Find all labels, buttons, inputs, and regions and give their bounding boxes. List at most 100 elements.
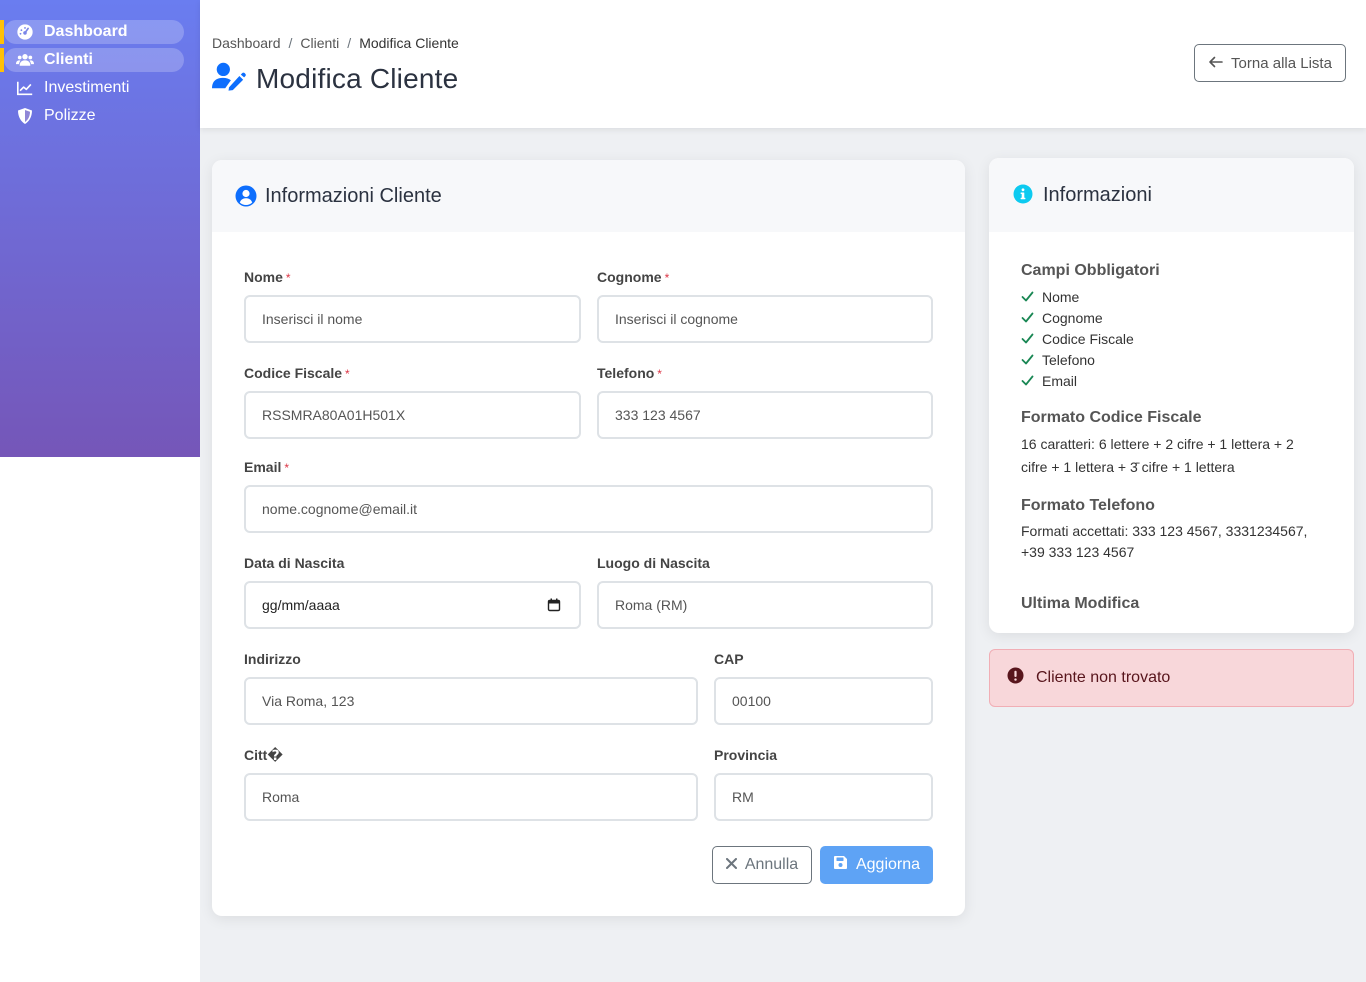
required-mark: * [285,271,291,285]
codice-fiscale-input[interactable] [262,407,579,423]
page-title: Modifica Cliente [212,61,458,96]
info-card-header: Informazioni [989,158,1354,232]
indirizzo-label: Indirizzo [244,651,301,667]
page-title-text: Modifica Cliente [256,62,459,94]
save-button-label: Aggiorna [855,856,921,873]
email-label-text: Email [244,459,282,475]
cognome-input[interactable] [615,311,931,327]
cognome-label-text: Cognome [597,269,662,285]
sidebar-item-label: Investimenti [44,79,130,96]
nome-label-text: Nome [244,269,283,285]
nome-label: Nome * [244,269,291,285]
email-input[interactable] [262,501,931,517]
cognome-field[interactable] [597,295,933,343]
exclamation-circle-icon [1007,667,1024,689]
telefono-input[interactable] [615,407,931,423]
list-item: Codice Fiscale [1021,328,1321,349]
breadcrumb-separator: / [288,35,293,51]
nome-field[interactable] [244,295,581,343]
required-field-name: Nome [1042,288,1080,305]
required-field-name: Cognome [1042,309,1103,326]
cap-input[interactable] [732,693,931,709]
cognome-label: Cognome * [597,269,669,285]
data-nascita-value: gg/mm/aaaa [262,597,340,613]
data-nascita-label: Data di Nascita [244,555,345,571]
telefono-field[interactable] [597,391,933,439]
codice-fiscale-label: Codice Fiscale * [244,365,350,381]
citta-input[interactable] [262,789,696,805]
check-icon [1021,312,1034,323]
codice-fiscale-label-text: Codice Fiscale [244,365,343,381]
users-icon [15,51,35,69]
luogo-nascita-field[interactable] [597,581,933,629]
citta-label: Citt� [244,747,283,763]
list-item: Telefono [1021,349,1321,370]
error-alert: Cliente non trovato [989,649,1354,707]
required-mark: * [284,461,290,475]
list-item: Nome [1021,286,1321,307]
info-card: Informazioni Campi Obbligatori Nome Cogn… [989,158,1354,633]
shield-icon [15,107,35,125]
floppy-disk-icon [833,855,848,875]
cf-format-text: 16 caratteri: 6 lettere + 2 cifre + 1 le… [1021,436,1294,475]
luogo-nascita-input[interactable] [615,597,931,613]
breadcrumb-item-dashboard[interactable]: Dashboard [212,35,281,51]
user-circle-icon [235,185,257,207]
data-nascita-field[interactable]: gg/mm/aaaa [244,581,581,629]
luogo-nascita-label: Luogo di Nascita [597,555,710,571]
sidebar-item-investimenti[interactable]: Investimenti [4,76,184,100]
chart-line-icon [15,79,35,97]
back-to-list-label: Torna alla Lista [1231,54,1332,72]
sidebar: Dashboard Clienti Investimenti Polizze [0,0,200,457]
client-form-header: Informazioni Cliente [212,160,965,232]
tel-format-title: Formato Telefono [1021,497,1155,514]
sidebar-item-dashboard[interactable]: Dashboard [0,20,184,44]
provincia-field[interactable] [714,773,933,821]
error-alert-text: Cliente non trovato [1036,669,1171,686]
email-field[interactable] [244,485,933,533]
required-field-name: Telefono [1042,351,1095,368]
info-card-title: Informazioni [1043,183,1152,206]
cap-field[interactable] [714,677,933,725]
cancel-button[interactable]: Annulla [712,846,812,884]
breadcrumb-item-current: Modifica Cliente [359,35,459,51]
breadcrumb: Dashboard / Clienti / Modifica Cliente [212,35,459,51]
check-icon [1021,354,1034,365]
calendar-icon[interactable] [547,598,561,612]
sidebar-item-label: Clienti [44,51,93,68]
list-item: Email [1021,370,1321,391]
info-card-body: Campi Obbligatori Nome Cognome Codice Fi… [1021,262,1321,619]
gauge-icon [15,23,35,41]
back-to-list-button[interactable]: Torna alla Lista [1194,44,1346,82]
sidebar-item-polizze[interactable]: Polizze [4,104,184,128]
sidebar-item-clienti[interactable]: Clienti [0,48,184,72]
required-field-name: Codice Fiscale [1042,330,1134,347]
codice-fiscale-field[interactable] [244,391,581,439]
citta-field[interactable] [244,773,698,821]
indirizzo-field[interactable] [244,677,698,725]
cancel-button-label: Annulla [744,856,799,873]
client-form-title: Informazioni Cliente [265,184,442,207]
list-item: Cognome [1021,307,1321,328]
breadcrumb-item-clienti[interactable]: Clienti [300,35,339,51]
provincia-label: Provincia [714,747,778,763]
close-icon [725,856,737,874]
required-mark: * [664,271,670,285]
client-form-card: Informazioni Cliente Nome* Cognome* Codi… [212,160,965,916]
user-edit-icon [212,61,246,96]
save-button[interactable]: Aggiorna [820,846,933,884]
required-mark: * [345,367,350,381]
indirizzo-input[interactable] [262,693,696,709]
cf-format-title: Formato Codice Fiscale [1021,409,1202,426]
info-circle-icon [1013,184,1035,206]
provincia-input[interactable] [732,789,931,805]
last-modified-title: Ultima Modifica [1021,595,1140,612]
sidebar-item-label: Dashboard [44,23,128,40]
tel-format-text: Formati accettati: 333 123 4567, 3331234… [1021,523,1308,560]
nome-input[interactable] [262,311,579,327]
email-label: Email * [244,459,289,475]
cap-label: CAP [714,651,744,667]
sidebar-item-label: Polizze [44,107,96,124]
telefono-label: Telefono * [597,365,662,381]
check-icon [1021,291,1034,302]
